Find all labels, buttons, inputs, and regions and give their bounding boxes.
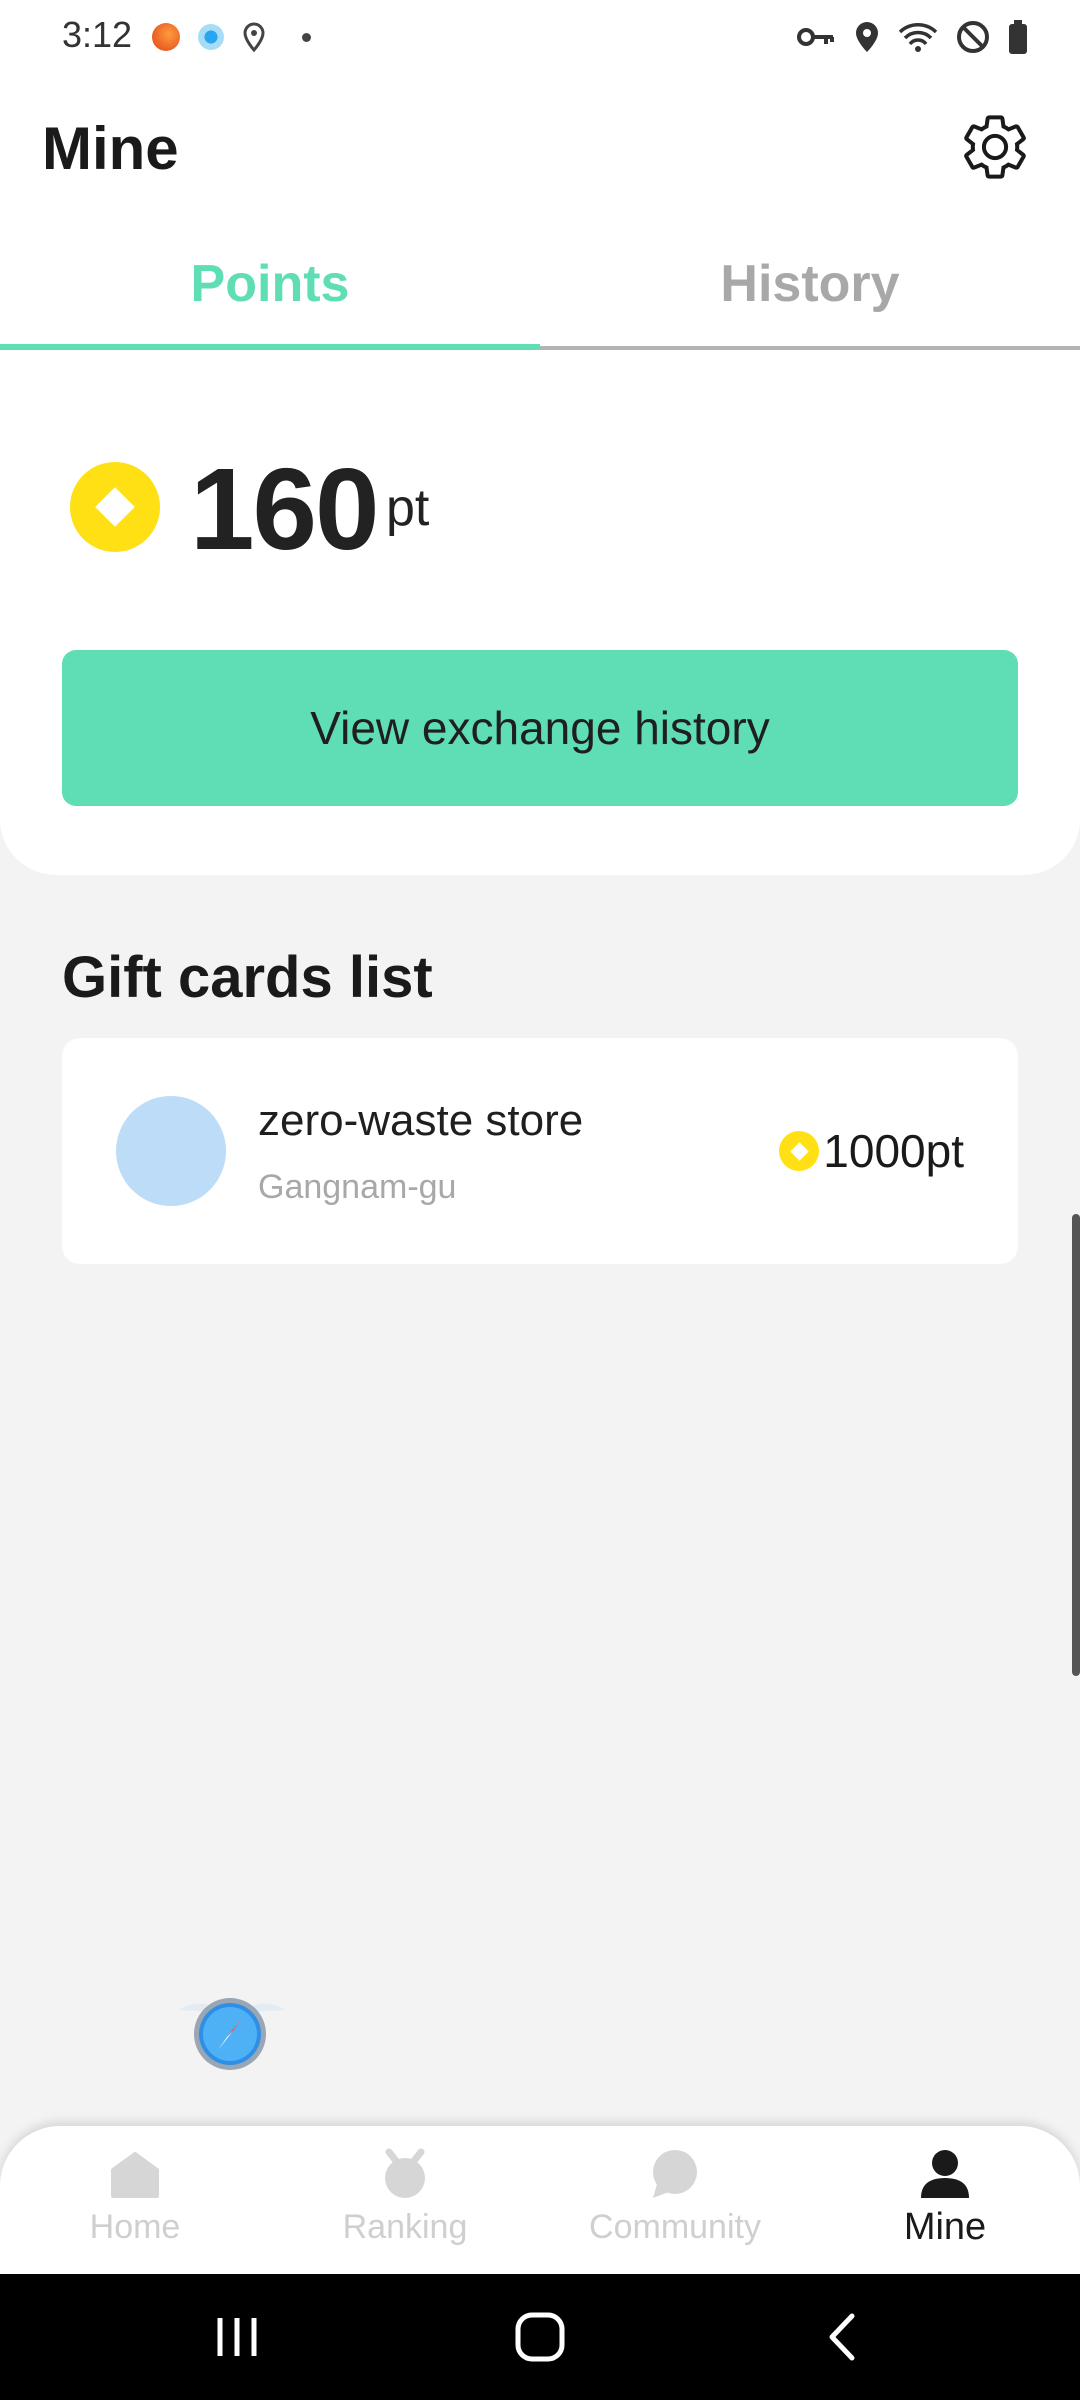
nav-item-mine[interactable]: Mine <box>810 2126 1080 2274</box>
medal-icon <box>385 2148 425 2198</box>
nav-item-home[interactable]: Home <box>0 2126 270 2274</box>
system-icons <box>796 20 1028 54</box>
nav-item-community[interactable]: Community <box>540 2126 810 2274</box>
floating-compass-bubble[interactable] <box>172 1990 292 2080</box>
wifi-icon <box>898 23 938 52</box>
bottom-navigation: Home Ranking Community Mine <box>0 2126 1080 2274</box>
tab-bar: Points History <box>0 222 1080 350</box>
coin-icon <box>70 462 160 552</box>
chat-icon <box>653 2150 697 2198</box>
points-card: 160 pt View exchange history <box>0 350 1080 875</box>
location-pin-icon <box>243 22 265 52</box>
home-icon <box>111 2152 159 2198</box>
tab-label: Points <box>190 255 350 313</box>
status-bar: 3:12 <box>0 0 1080 72</box>
price-value: 1000pt <box>823 1125 964 1177</box>
gear-icon <box>964 115 1026 179</box>
nav-label: Community <box>589 2208 761 2246</box>
battery-icon <box>1009 20 1027 54</box>
page-title: Mine <box>42 115 179 182</box>
recent-apps-icon[interactable] <box>202 2304 272 2370</box>
nav-item-ranking[interactable]: Ranking <box>270 2126 540 2274</box>
compass-icon <box>178 1998 286 2070</box>
gift-price: 1000pt <box>779 1124 964 1178</box>
notification-icons <box>152 22 311 52</box>
coin-icon <box>779 1131 820 1171</box>
system-navigation-bar <box>0 2274 1080 2400</box>
nav-label: Home <box>89 2208 181 2246</box>
app-notification-icon <box>198 24 224 50</box>
app-notification-icon <box>152 23 180 51</box>
tab-label: History <box>720 255 900 313</box>
tab-history[interactable]: History <box>540 222 1080 350</box>
store-name: zero-waste store <box>258 1096 584 1145</box>
points-unit: pt <box>386 479 430 537</box>
back-icon[interactable] <box>808 2304 878 2370</box>
home-button-icon[interactable] <box>505 2304 575 2370</box>
section-title: Gift cards list <box>62 945 433 1010</box>
app-header: Mine <box>0 72 1080 222</box>
nav-label: Ranking <box>342 2208 468 2246</box>
status-time: 3:12 <box>62 14 133 55</box>
more-notifications-dot <box>302 32 311 42</box>
vpn-key-icon <box>797 28 834 46</box>
settings-button[interactable] <box>958 110 1032 184</box>
gift-card-item[interactable]: zero-waste store Gangnam-gu 1000pt <box>62 1038 1018 1264</box>
do-not-disturb-icon <box>957 21 989 53</box>
points-value: 160 <box>190 444 380 574</box>
store-location: Gangnam-gu <box>258 1168 457 1206</box>
view-exchange-history-button[interactable]: View exchange history <box>62 650 1018 806</box>
nav-label: Mine <box>903 2206 987 2248</box>
scrollbar[interactable] <box>1072 1214 1080 1676</box>
store-avatar <box>116 1096 226 1206</box>
person-icon <box>921 2150 969 2198</box>
location-icon <box>856 22 878 52</box>
tab-points[interactable]: Points <box>0 222 540 350</box>
